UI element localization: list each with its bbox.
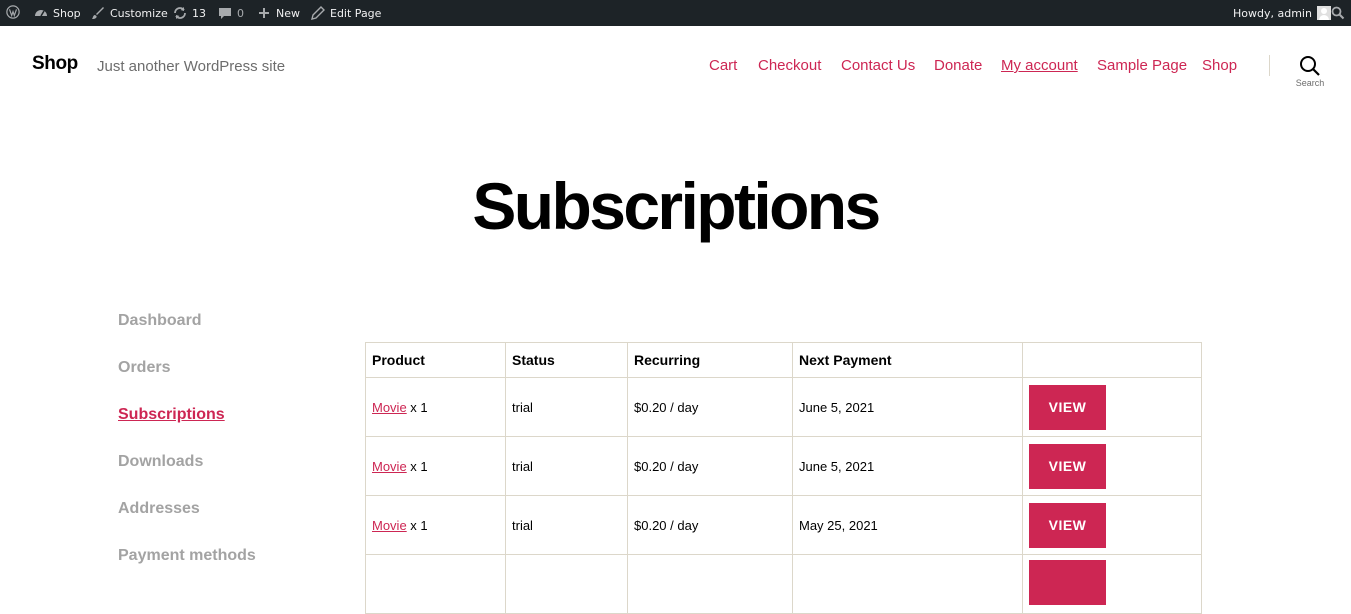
nav-divider [1269, 55, 1270, 76]
next-payment-cell: June 5, 2021 [792, 377, 1023, 437]
action-cell [1022, 554, 1202, 614]
search-icon [1331, 6, 1345, 20]
admin-bar-comments[interactable]: 0 [218, 0, 244, 26]
howdy-label: Howdy, admin [1233, 6, 1312, 20]
column-header-next-payment: Next Payment [792, 342, 1023, 378]
avatar [1316, 6, 1331, 20]
account-nav-dashboard[interactable]: Dashboard [118, 312, 202, 330]
admin-bar: Shop Customize 13 0 New Edit Page Howdy,… [0, 0, 1351, 26]
column-header-status: Status [505, 342, 628, 378]
search-icon [1290, 55, 1330, 77]
account-nav-addresses[interactable]: Addresses [118, 500, 200, 518]
view-button[interactable] [1029, 560, 1106, 605]
account-nav-orders[interactable]: Orders [118, 359, 170, 377]
primary-nav: Cart Checkout Contact Us Donate My accou… [0, 57, 1351, 77]
recurring-cell: $0.20 / day [627, 436, 793, 496]
product-quantity: x 1 [406, 517, 428, 533]
admin-bar-search[interactable] [1331, 0, 1345, 26]
next-payment-cell: June 5, 2021 [792, 436, 1023, 496]
admin-bar-updates[interactable]: 13 [173, 0, 206, 26]
wordpress-icon [6, 5, 22, 21]
product-link[interactable]: Movie [372, 518, 407, 533]
view-button[interactable]: VIEW [1029, 502, 1106, 548]
updates-count: 13 [192, 6, 206, 20]
updates-icon [173, 6, 187, 20]
product-cell: Movie x 1 [365, 436, 506, 496]
search-label: Search [1295, 78, 1325, 88]
table-row: Movie x 1 trial $0.20 / day May 25, 2021… [365, 495, 1202, 555]
admin-bar-edit-page[interactable]: Edit Page [311, 0, 381, 26]
admin-bar-site-link[interactable]: Shop [34, 0, 81, 26]
table-row [365, 554, 1202, 614]
status-cell: trial [505, 495, 628, 555]
action-cell: VIEW [1022, 377, 1202, 437]
table-row: Movie x 1 trial $0.20 / day June 5, 2021… [365, 377, 1202, 437]
product-link[interactable]: Movie [372, 400, 407, 415]
dashboard-gauge-icon [34, 6, 48, 20]
recurring-cell: $0.20 / day [627, 377, 793, 437]
column-header-product: Product [365, 342, 506, 378]
page-title: Subscriptions [472, 169, 881, 243]
product-cell: Movie x 1 [365, 377, 506, 437]
subscriptions-table: Product Status Recurring Next Payment Mo… [365, 342, 1202, 614]
edit-page-label: Edit Page [330, 6, 382, 20]
product-quantity: x 1 [406, 458, 428, 474]
recurring-cell [627, 554, 793, 614]
status-cell: trial [505, 436, 628, 496]
recurring-cell: $0.20 / day [627, 495, 793, 555]
product-quantity: x 1 [406, 399, 428, 415]
new-label: New [276, 6, 300, 20]
product-cell [365, 554, 506, 614]
table-row: Movie x 1 trial $0.20 / day June 5, 2021… [365, 436, 1202, 496]
view-button[interactable]: VIEW [1029, 443, 1106, 489]
customize-label: Customize [110, 6, 168, 20]
pencil-icon [311, 6, 325, 20]
admin-bar-site-name: Shop [53, 6, 81, 20]
table-header-row: Product Status Recurring Next Payment [365, 342, 1202, 378]
next-payment-cell [792, 554, 1023, 614]
next-payment-cell: May 25, 2021 [792, 495, 1023, 555]
account-nav-payment-methods[interactable]: Payment methods [118, 547, 256, 565]
brush-icon [91, 6, 105, 20]
nav-cart[interactable]: Cart [709, 57, 737, 74]
product-cell: Movie x 1 [365, 495, 506, 555]
wordpress-logo-menu[interactable] [6, 0, 22, 26]
admin-bar-new[interactable]: New [257, 0, 300, 26]
nav-checkout[interactable]: Checkout [758, 57, 821, 74]
plus-icon [257, 6, 271, 20]
column-header-recurring: Recurring [627, 342, 793, 378]
comments-count: 0 [237, 6, 244, 20]
column-header-actions [1022, 342, 1202, 378]
nav-my-account[interactable]: My account [1001, 57, 1078, 74]
admin-bar-account[interactable]: Howdy, admin [1233, 0, 1331, 26]
nav-donate[interactable]: Donate [934, 57, 982, 74]
comment-icon [218, 6, 232, 20]
status-cell: trial [505, 377, 628, 437]
status-cell [505, 554, 628, 614]
view-button[interactable]: VIEW [1029, 384, 1106, 430]
product-link[interactable]: Movie [372, 459, 407, 474]
nav-sample-page[interactable]: Sample Page [1097, 57, 1187, 74]
nav-contact-us[interactable]: Contact Us [841, 57, 915, 74]
account-nav-downloads[interactable]: Downloads [118, 453, 203, 471]
nav-shop[interactable]: Shop [1202, 57, 1237, 74]
search-toggle-button[interactable]: Search [1290, 55, 1330, 95]
action-cell: VIEW [1022, 436, 1202, 496]
admin-bar-customize[interactable]: Customize [91, 0, 168, 26]
action-cell: VIEW [1022, 495, 1202, 555]
account-nav-subscriptions[interactable]: Subscriptions [118, 406, 225, 424]
